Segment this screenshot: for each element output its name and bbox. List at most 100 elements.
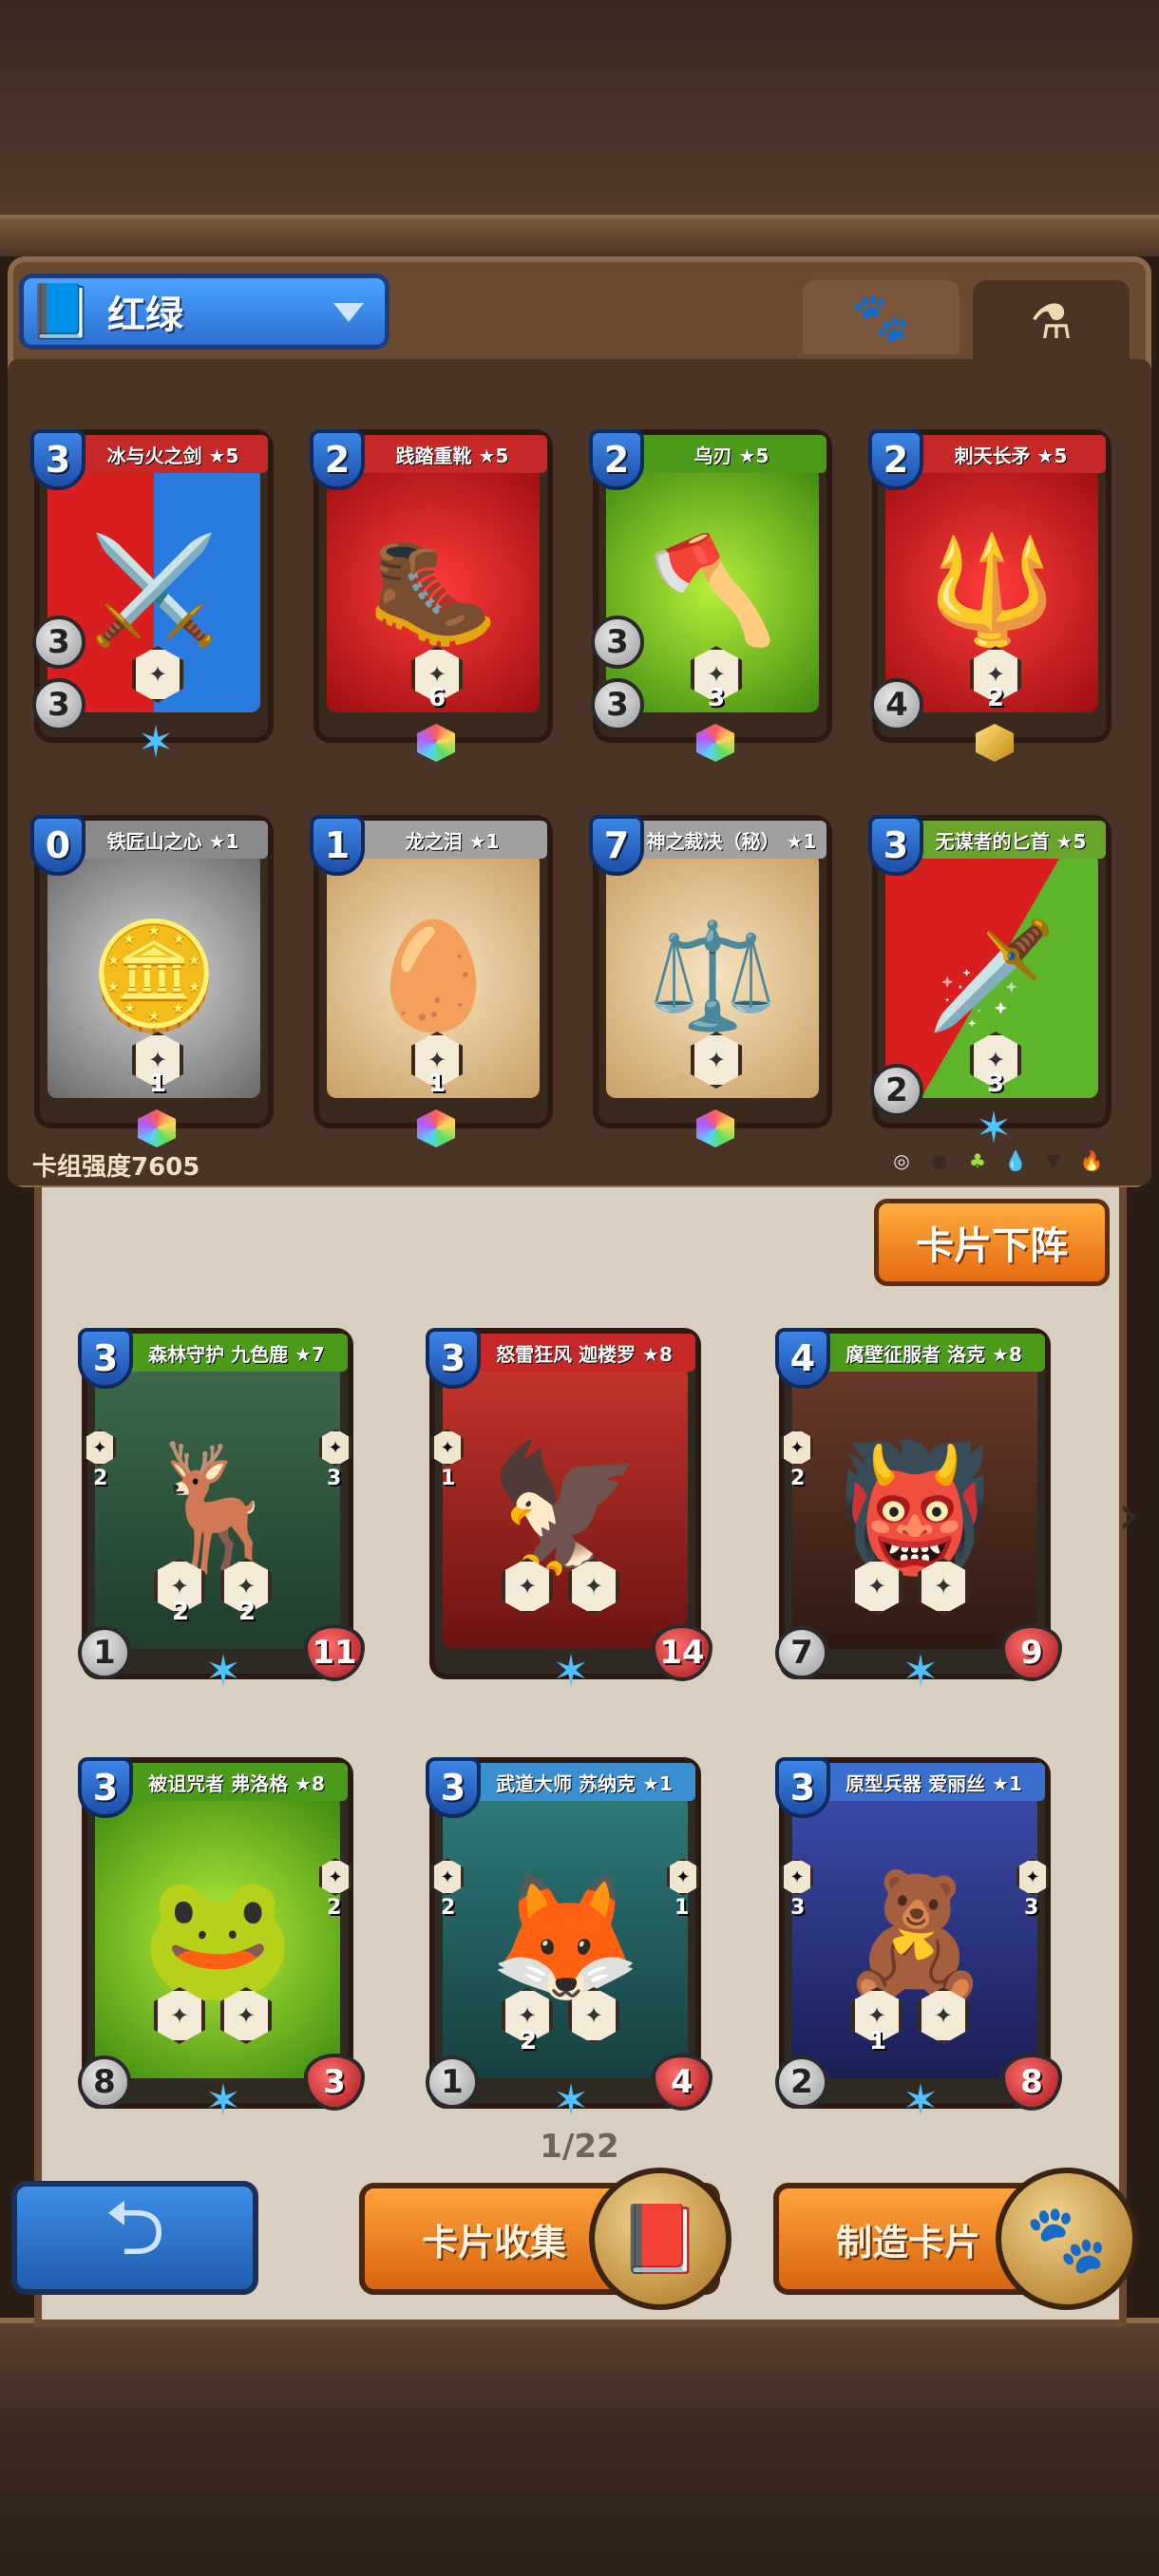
deck-card[interactable]: ⚔️ 冰与火之剑 ★5 3 3 3 ✦ ✶ [30, 429, 274, 767]
element-icon[interactable]: 🔥 [1078, 1147, 1105, 1174]
deck-name: 红绿 [107, 294, 183, 337]
next-page-icon[interactable]: › [1110, 1482, 1148, 1548]
element-filter-icons: ◎ ● ♣ 💧 ▼ 🔥 [888, 1147, 1105, 1174]
card-name: 腐壁征服者 洛克 ★8 [823, 1334, 1045, 1372]
card-cost: 2 [868, 429, 923, 490]
card-book-icon[interactable]: 📕 [589, 2168, 732, 2310]
collection-card[interactable]: 🐸 被诅咒者 弗洛格 ★8 3 ✦ 2 ✦ ✦ 8 3 ✶ [78, 1757, 365, 2126]
side-skill-left-value: 2 [441, 1896, 456, 1920]
card-attack: 2 [775, 2055, 828, 2109]
rarity-star-icon: ✶ [902, 2074, 940, 2126]
card-cost: 3 [426, 1328, 481, 1389]
element-icon[interactable]: ▼ [1040, 1147, 1067, 1174]
back-button[interactable]: ⮌ [11, 2181, 258, 2295]
card-skill-value: 2 [986, 684, 1005, 712]
card-name: 冰与火之剑 ★5 [78, 435, 268, 473]
card-attack: 3 [591, 616, 644, 669]
rarity-star-icon: ✶ [552, 1645, 590, 1696]
card-art: 🦌 [95, 1366, 340, 1649]
element-icon[interactable]: ● [926, 1147, 953, 1174]
card-cost: 3 [775, 1757, 830, 1818]
deck-card[interactable]: ⚖️ 神之裁决（秘） ★1 7 ✦ [589, 815, 832, 1147]
side-skill-left-value: 2 [790, 1467, 806, 1490]
tab-potion[interactable]: ⚗ [973, 280, 1130, 364]
card-collection-label: 卡片收集 [422, 2221, 567, 2263]
side-skill-right-value: 1 [674, 1896, 690, 1920]
rarity-star-icon: ✶ [975, 1102, 1013, 1153]
card-attack: 3 [32, 616, 86, 669]
collection-card[interactable]: 🦊 武道大师 苏纳克 ★1 3 ✦ 2 ✦ 1 ✦ ✦ 2 1 4 ✶ [426, 1757, 712, 2126]
card-name: 森林守护 九色鹿 ★7 [125, 1334, 348, 1372]
side-skill-right-value: 3 [1024, 1896, 1039, 1920]
card-skill-value: 2 [519, 2027, 538, 2055]
card-cost: 7 [589, 815, 644, 876]
card-attack: 8 [78, 2055, 131, 2109]
card-name: 原型兵器 爱丽丝 ★1 [823, 1763, 1045, 1801]
rarity-star-icon: ✶ [137, 716, 175, 767]
card-skill-value: 6 [428, 684, 446, 712]
card-defense: 2 [870, 1064, 923, 1117]
collection-card[interactable]: 👹 腐壁征服者 洛克 ★8 4 ✦ 2 ✦ ✦ 7 9 ✶ [775, 1328, 1062, 1696]
top-wood-background [0, 0, 1159, 256]
card-cost: 3 [78, 1757, 133, 1818]
potion-icon: ⚗ [1030, 294, 1073, 350]
element-icon[interactable]: 💧 [1002, 1147, 1029, 1174]
chevron-down-icon[interactable] [333, 303, 364, 322]
card-attack: 7 [775, 1626, 828, 1679]
card-name: 无谋者的匕首 ★5 [916, 821, 1106, 859]
card-skill-value: 3 [986, 1070, 1005, 1098]
paw-icon: 🐾 [851, 289, 911, 345]
rarity-star-icon: ✶ [204, 2074, 242, 2126]
collection-card[interactable]: 🦌 森林守护 九色鹿 ★7 3 ✦ 2 ✦ 3 ✦ ✦ 2 2 1 11 ✶ [78, 1328, 365, 1696]
rarity-star-icon: ✶ [204, 1645, 242, 1696]
side-skill-right-value: 2 [327, 1896, 342, 1920]
card-name: 怒雷狂风 迦楼罗 ★8 [473, 1334, 695, 1372]
card-defense: 3 [32, 678, 86, 731]
deck-power: 卡组强度7605 [32, 1153, 200, 1182]
back-arrow-icon: ⮌ [104, 2184, 166, 2272]
paw-jar-icon[interactable]: 🐾 [996, 2168, 1138, 2310]
deck-card[interactable]: 🪓 乌刃 ★5 2 3 3 ✦ 3 [589, 429, 832, 762]
card-skill-value: 2 [171, 1598, 190, 1626]
card-attack: 1 [426, 2055, 479, 2109]
remove-card-button[interactable]: 卡片下阵 [874, 1199, 1110, 1286]
card-cost: 3 [78, 1328, 133, 1389]
card-name: 神之裁决（秘） ★1 [636, 821, 826, 859]
element-icon[interactable]: ♣ [964, 1147, 991, 1174]
deck-card[interactable]: 🔱 刺天长矛 ★5 2 4 ✦ 2 [868, 429, 1112, 762]
card-name: 铁匠山之心 ★1 [78, 821, 268, 859]
card-art: 🐸 [95, 1795, 340, 2078]
card-art: 🧸 [792, 1795, 1037, 2078]
card-cost: 3 [426, 1757, 481, 1818]
card-attack: 1 [78, 1626, 131, 1679]
card-skill-value: 2 [238, 1598, 256, 1626]
collection-card[interactable]: 🦅 怒雷狂风 迦楼罗 ★8 3 ✦ 1 ✦ ✦ 14 ✶ [426, 1328, 712, 1696]
side-skill-left-value: 1 [441, 1467, 456, 1490]
deck-selector[interactable]: 📘 红绿 [19, 274, 390, 350]
rarity-star-icon: ✶ [902, 1645, 940, 1696]
card-cost: 3 [30, 429, 86, 490]
card-cost: 2 [589, 429, 644, 490]
rarity-star-icon: ✶ [552, 2074, 590, 2126]
side-skill-left-value: 2 [93, 1467, 108, 1490]
card-skill-value: 1 [148, 1070, 167, 1098]
element-icon[interactable]: ◎ [888, 1147, 915, 1174]
deck-card[interactable]: 🪙 铁匠山之心 ★1 0 ✦ 1 [30, 815, 274, 1147]
card-defense: 3 [591, 678, 644, 731]
side-skill-right-value: 3 [327, 1467, 342, 1490]
page-indicator: 1/22 [540, 2128, 619, 2166]
craft-card-label: 制造卡片 [836, 2221, 981, 2263]
card-name: 武道大师 苏纳克 ★1 [473, 1763, 695, 1801]
collection-card[interactable]: 🧸 原型兵器 爱丽丝 ★1 3 ✦ 3 ✦ 3 ✦ ✦ 1 2 8 ✶ [775, 1757, 1062, 2126]
deck-card[interactable]: 🥾 践踏重靴 ★5 2 ✦ 6 [310, 429, 553, 762]
deck-card[interactable]: 🥚 龙之泪 ★1 1 ✦ 1 [310, 815, 553, 1147]
card-cost: 4 [775, 1328, 830, 1389]
deck-card[interactable]: 🗡️ 无谋者的匕首 ★5 3 2 ✦ 3 ✶ [868, 815, 1112, 1153]
card-skill-value: 3 [707, 684, 726, 712]
tab-paw[interactable]: 🐾 [803, 280, 960, 354]
card-defense: 4 [870, 678, 923, 731]
card-cost: 2 [310, 429, 365, 490]
deck-book-icon: 📘 [28, 281, 94, 343]
card-skill-value: 1 [428, 1070, 446, 1098]
card-name: 被诅咒者 弗洛格 ★8 [125, 1763, 348, 1801]
